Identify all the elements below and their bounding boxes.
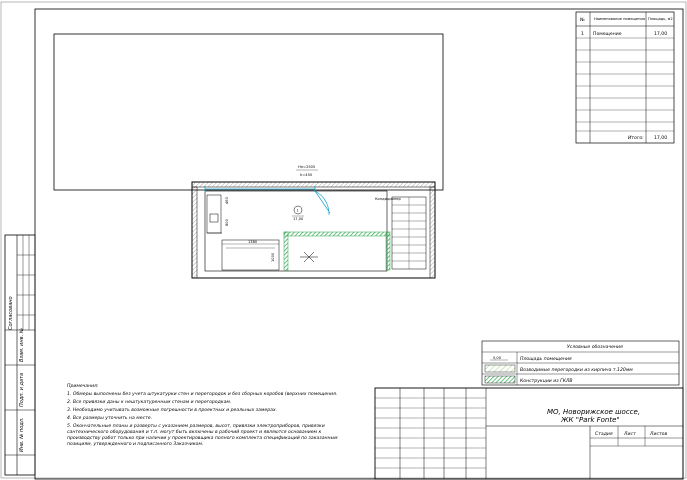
- sheet-border: [0, 1, 687, 479]
- spec-header-area: Площадь, м2: [648, 17, 673, 21]
- spec-row-num: 1: [581, 31, 584, 37]
- spec-total-label: Итого:: [628, 135, 644, 141]
- viewport-frame: [53, 33, 444, 191]
- title-stage-label: Стадия: [595, 431, 613, 437]
- notes-title: Примечания:: [67, 383, 99, 389]
- title-sheets-label: Листов: [649, 431, 667, 437]
- legend-sample-area: 0,00: [493, 356, 502, 360]
- legend-swatch-brick: [484, 364, 516, 373]
- title-block: МО, Новорижское шоссе, ЖК "Park Fonte" С…: [374, 387, 684, 480]
- floor-plan: 1 17,00 Hп=2505 h=450 Кондиционер 463 80…: [191, 165, 436, 279]
- side-inv-orig: Инв. № подл.: [19, 418, 25, 453]
- notes-line-7: производству работ только при наличии у …: [67, 435, 338, 441]
- legend-title: Условные обозначения: [567, 344, 623, 350]
- spec-header-name: Наименование помещения: [594, 17, 645, 21]
- spec-total-value: 17,00: [654, 135, 667, 141]
- dim-3: 1380: [248, 240, 258, 244]
- title-address-1: МО, Новорижское шоссе,: [547, 408, 640, 416]
- side-stamp: Согласовано Взам. инв. № Подп. и дата Ин…: [4, 234, 36, 476]
- notes-line-3: 3. Необходимо учитывать возможные погреш…: [67, 407, 277, 413]
- legend-text-gklv: Конструкции из ГКЛВ: [520, 378, 573, 384]
- stairs: [391, 196, 427, 270]
- room-area: 17,00: [293, 217, 304, 221]
- notes-line-2: 2. Все привязки даны к нештукатуренным с…: [67, 399, 231, 405]
- spec-table: № Наименование помещения Площадь, м2 1 П…: [575, 11, 675, 144]
- side-inv-sub: Взам. инв. №: [19, 328, 25, 362]
- side-sign-date: Подп. и дата: [19, 373, 25, 407]
- spec-row-area: 17,00: [654, 31, 667, 37]
- notes-line-5: 5. Окончательные планы и разверты с указ…: [67, 423, 325, 429]
- legend: Условные обозначения 0,00 Площадь помеще…: [481, 340, 680, 386]
- dim-2: 800: [225, 218, 229, 226]
- legend-text-area: Площадь помещения: [520, 356, 572, 362]
- side-agreed: Согласовано: [8, 296, 14, 330]
- dim-4: 1000: [271, 252, 275, 262]
- notes-line-6: сантехнического оборудования и т.п. могу…: [67, 429, 321, 435]
- room-number: 1: [297, 209, 299, 213]
- conditioner-label: Кондиционер: [375, 197, 401, 201]
- notes-line-8: позициям, утвержденного и подписанного З…: [67, 441, 203, 447]
- legend-text-brick: Возводимые перегородки из кирпича т.120м…: [520, 367, 633, 373]
- title-address-2: ЖК "Park Fonte": [560, 416, 620, 424]
- spec-header-num: №: [580, 17, 585, 23]
- drawing-sheet: Согласовано Взам. инв. № Подп. и дата Ин…: [0, 1, 687, 480]
- title-sheet-label: Лист: [623, 431, 636, 437]
- notes-line-1: 1. Обмеры выполнены без учета штукатурки…: [67, 391, 337, 397]
- legend-swatch-gklv: [484, 375, 516, 384]
- spec-row-name: Помещение: [593, 31, 622, 37]
- plan-height-label: Hп=2505: [298, 165, 315, 169]
- plan-h-label: h=450: [300, 173, 313, 177]
- notes-line-4: 4. Все размеры уточнить на месте.: [67, 415, 152, 421]
- notes: Примечания: 1. Обмеры выполнены без учет…: [67, 383, 338, 447]
- dim-1: 463: [225, 197, 229, 204]
